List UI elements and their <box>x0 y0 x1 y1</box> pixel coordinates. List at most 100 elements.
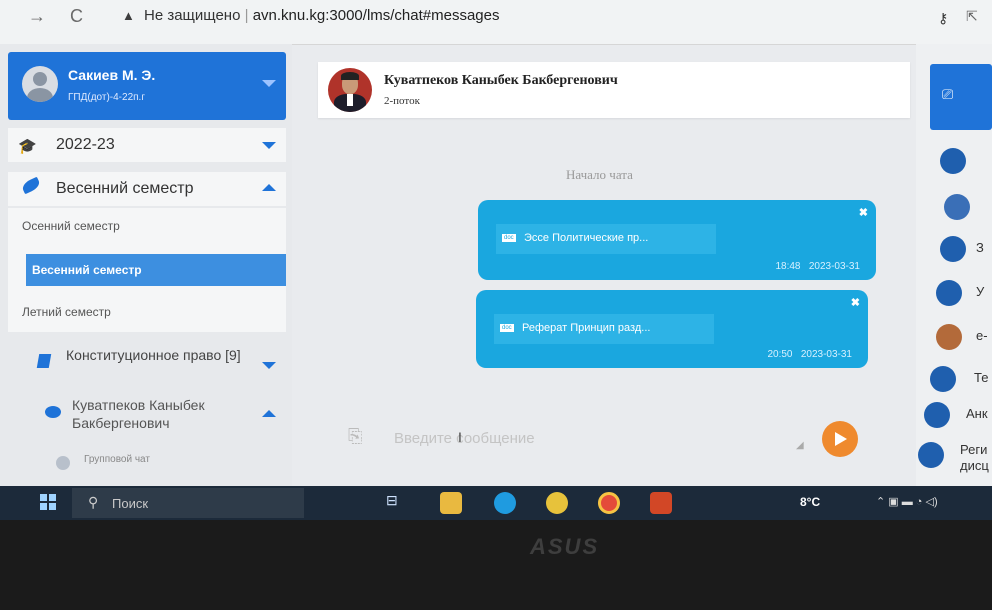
leaf-icon <box>20 176 42 195</box>
teacher-icon <box>944 194 970 220</box>
close-icon[interactable]: ✖ <box>859 206 868 219</box>
doc-file-icon: doc <box>500 324 514 332</box>
send-icon <box>835 432 847 446</box>
edge-icon[interactable] <box>494 492 516 514</box>
academic-year-select[interactable]: 🎓 2022-23 <box>8 128 286 162</box>
test-icon <box>930 366 956 392</box>
group-chat-item[interactable]: Групповой чат <box>8 448 286 484</box>
right-menu-label: Те <box>974 370 989 385</box>
chat-header: Куватпеков Каныбек Бакбергенович 2-поток <box>318 62 910 118</box>
file-explorer-icon[interactable] <box>440 492 462 514</box>
chat-header-name: Куватпеков Каныбек Бакбергенович <box>384 73 618 88</box>
file-name: Реферат Принцип разд... <box>522 322 651 334</box>
course-label: Конституционное право [9] <box>66 347 241 363</box>
message-date: 2023-03-31 <box>808 261 860 272</box>
url-separator: | <box>244 7 249 24</box>
user-card[interactable]: Сакиев М. Э. ГПД(дот)-4-22п.г <box>8 52 286 120</box>
warning-icon: ▲ <box>122 8 135 23</box>
file-name: Эссе Политические пр... <box>524 232 649 244</box>
group-avatar <box>56 456 70 470</box>
semester-option-autumn[interactable]: Осенний семестр <box>8 210 286 242</box>
right-menu-item[interactable]: З <box>916 232 992 268</box>
right-menu-item[interactable]: Анк <box>916 398 992 434</box>
taskbar-search[interactable]: ⚲ Поиск <box>72 488 304 518</box>
semester-selected-label: Весенний семестр <box>56 180 194 197</box>
task-view-icon[interactable]: ⊟ <box>386 492 408 514</box>
resize-handle-icon[interactable]: ◢ <box>796 440 804 451</box>
cast-button[interactable]: ⎚ <box>930 64 992 130</box>
chevron-down-icon[interactable] <box>262 80 276 87</box>
right-menu-label: У <box>976 284 985 299</box>
message-input[interactable] <box>392 424 796 452</box>
screen: → C ▲ Не защищено | avn.knu.kg:3000/lms/… <box>0 0 992 520</box>
right-menu-item[interactable]: У <box>916 276 992 312</box>
right-menu-label: Анк <box>966 406 988 421</box>
text-cursor-icon: I <box>458 429 462 445</box>
taskbar-search-label: Поиск <box>112 496 149 511</box>
asus-logo: ASUS <box>530 534 600 559</box>
books-icon <box>936 324 962 350</box>
chrome-icon[interactable] <box>598 492 620 514</box>
close-icon[interactable]: ✖ <box>851 296 860 309</box>
cast-icon: ⎚ <box>942 86 954 102</box>
right-menu-item[interactable] <box>916 190 992 226</box>
right-menu-item[interactable]: Реги дисц <box>916 438 992 474</box>
survey-icon <box>924 402 950 428</box>
url-display[interactable]: Не защищено | avn.knu.kg:3000/lms/chat#m… <box>144 7 500 24</box>
file-attachment[interactable]: doc Эссе Политические пр... <box>496 224 716 254</box>
windows-taskbar: ⚲ Поиск ⊟ 8°C ⌃ ▣ ▬ ◔ ◁) <box>0 486 992 520</box>
course-item[interactable]: Конституционное право [9] <box>8 342 286 384</box>
windows-start-icon[interactable] <box>40 494 56 510</box>
reload-icon[interactable]: C <box>70 6 83 27</box>
chat-start-label: Начало чата <box>566 167 633 182</box>
message-bubble: ✖ doc Реферат Принцип разд... 20:50 2023… <box>476 290 868 368</box>
user-group: ГПД(дот)-4-22п.г <box>68 92 145 103</box>
share-icon[interactable]: ⇱ <box>966 8 978 25</box>
chat-contact-item[interactable]: Куватпеков Каныбек Бакбергенович <box>8 392 286 436</box>
chevron-up-icon[interactable] <box>262 184 276 191</box>
user-name: Сакиев М. Э. <box>68 67 156 83</box>
doc-file-icon: doc <box>502 234 516 242</box>
right-panel: ⎚ З У е- Те Анк Реги дисц <box>916 44 992 486</box>
academic-year-label: 2022-23 <box>56 136 115 153</box>
weather-temperature[interactable]: 8°C <box>800 495 820 509</box>
message-bubble: ✖ doc Эссе Политические пр... 18:48 2023… <box>478 200 876 280</box>
back-arrow-icon[interactable]: → <box>28 6 46 27</box>
powerpoint-icon[interactable] <box>650 492 672 514</box>
graduation-cap-icon: 🎓 <box>18 138 37 155</box>
chevron-down-icon[interactable] <box>262 362 276 369</box>
send-button[interactable] <box>822 421 858 457</box>
browser-address-bar: → C ▲ Не защищено | avn.knu.kg:3000/lms/… <box>0 0 992 45</box>
right-menu-item[interactable]: Те <box>916 362 992 398</box>
search-icon: ⚲ <box>88 494 99 510</box>
chat-contact-label: Куватпеков Каныбек Бакбергенович <box>72 397 205 431</box>
teacher-avatar <box>328 68 372 112</box>
notebook-icon <box>940 236 966 262</box>
semester-option-summer[interactable]: Летний семестр <box>8 296 286 328</box>
system-tray[interactable]: ⌃ ▣ ▬ ◔ ◁) <box>876 495 938 508</box>
semester-option-label: Летний семестр <box>22 305 111 319</box>
url-text: avn.knu.kg:3000/lms/chat#messages <box>252 7 500 24</box>
message-timestamp: 18:48 2023-03-31 <box>775 261 860 272</box>
chevron-up-icon[interactable] <box>262 410 276 417</box>
right-menu-label: е- <box>976 328 988 343</box>
security-label: Не защищено <box>144 7 241 24</box>
semester-options-list: Осенний семестр Весенний семестр Летний … <box>8 208 286 332</box>
right-menu-item[interactable]: е- <box>916 320 992 356</box>
chevron-down-icon[interactable] <box>262 142 276 149</box>
calendar-icon <box>940 148 966 174</box>
semester-select[interactable]: Весенний семестр <box>8 172 286 206</box>
chat-header-stream: 2-поток <box>384 95 420 107</box>
semester-option-spring[interactable]: Весенний семестр <box>26 254 286 286</box>
key-icon[interactable]: ⚷ <box>938 10 948 27</box>
semester-option-label: Весенний семестр <box>32 263 142 277</box>
book-icon <box>936 280 962 306</box>
paperclip-icon[interactable]: ⎘ <box>348 426 362 447</box>
right-menu-item[interactable] <box>916 144 992 180</box>
file-attachment[interactable]: doc Реферат Принцип разд... <box>494 314 714 344</box>
group-chat-label: Групповой чат <box>84 454 150 465</box>
app-icon[interactable] <box>546 492 568 514</box>
semester-option-label: Осенний семестр <box>22 219 120 233</box>
user-avatar <box>22 66 58 102</box>
message-date: 2023-03-31 <box>800 349 852 360</box>
